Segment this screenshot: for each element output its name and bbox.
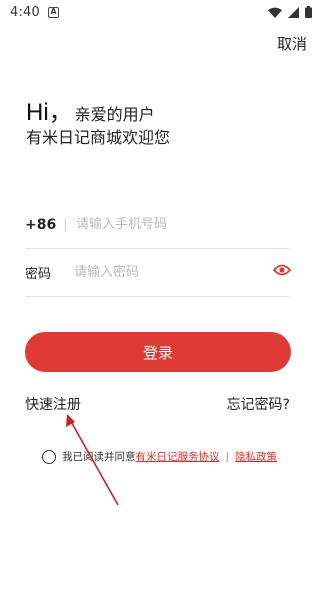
status-right [268, 6, 312, 18]
login-screen: 4:40 A 取消 Hi， 亲爱的用户 有米日记商城欢迎您 +86 密码 [0, 0, 320, 600]
agreement: 我已阅读并同意 有米日记服务协议 | 隐私政策 [42, 449, 277, 464]
wifi-icon [268, 7, 282, 18]
show-password-eye-icon[interactable] [273, 264, 291, 276]
password-row: 密码 [25, 249, 291, 297]
greeting-user: 亲爱的用户 [74, 105, 155, 124]
privacy-policy-link[interactable]: 隐私政策 [235, 449, 277, 464]
password-label: 密码 [25, 267, 52, 282]
greeting-welcome: 有米日记商城欢迎您 [26, 128, 171, 147]
app-notification-icon: A [48, 6, 59, 18]
status-bar: 4:40 A [0, 0, 320, 24]
login-button[interactable]: 登录 [25, 332, 291, 372]
annotation-arrow [66, 414, 119, 506]
agreement-checkbox[interactable] [42, 449, 56, 464]
greeting-hi: Hi， [26, 99, 73, 126]
agreement-divider: | [225, 450, 230, 463]
register-link[interactable]: 快速注册 [25, 394, 81, 414]
cancel-button[interactable]: 取消 [277, 33, 307, 54]
forgot-password-link[interactable]: 忘记密码? [227, 394, 290, 414]
status-left: 4:40 A [10, 5, 59, 20]
greeting-line-1: Hi， 亲爱的用户 [26, 92, 155, 127]
battery-icon [305, 6, 312, 18]
agreement-text: 我已阅读并同意 [62, 451, 136, 463]
phone-row: +86 [25, 201, 291, 249]
signal-icon [288, 6, 299, 18]
country-code[interactable]: +86 [25, 217, 56, 233]
phone-input[interactable] [76, 217, 291, 232]
status-time: 4:40 [10, 4, 40, 20]
service-agreement-link[interactable]: 有米日记服务协议 [136, 449, 220, 464]
phone-separator [65, 217, 66, 232]
password-input[interactable] [74, 265, 291, 280]
